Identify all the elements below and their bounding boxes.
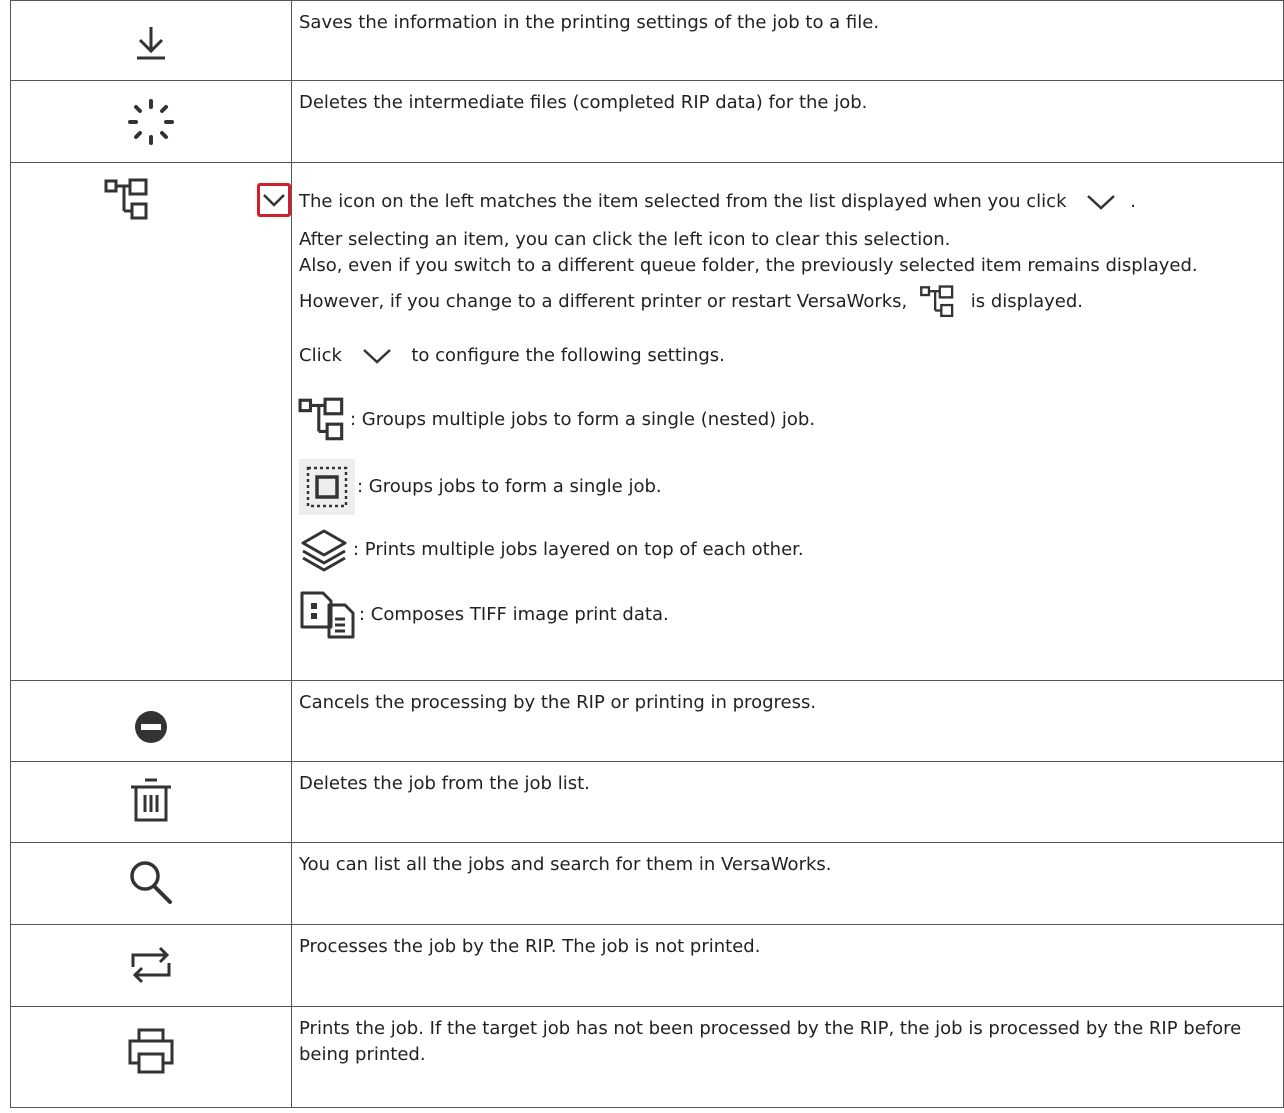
description-cell: Saves the information in the printing se…	[291, 0, 1284, 81]
search-icon	[130, 861, 172, 904]
layers-icon	[301, 529, 347, 572]
setting-text: : Prints multiple jobs layered on top of…	[353, 539, 804, 560]
description-cell: The icon on the left matches the item se…	[291, 162, 1284, 681]
paragraph: Also, even if you switch to a different …	[299, 255, 1198, 276]
table-row: Cancels the processing by the RIP or pri…	[10, 680, 1284, 762]
description-cell: Prints the job. If the target job has no…	[291, 1006, 1284, 1108]
text: is displayed.	[970, 291, 1083, 312]
repeat-icon	[131, 946, 171, 984]
description-cell: Cancels the processing by the RIP or pri…	[291, 680, 1284, 762]
setting-text: : Groups multiple jobs to form a single …	[350, 409, 816, 430]
table-row: Deletes the job from the job list.	[10, 761, 1284, 843]
setting-item: : Groups jobs to form a single job.	[299, 459, 1283, 515]
setting-item: : Groups multiple jobs to form a single …	[298, 397, 1283, 443]
table-row: Saves the information in the printing se…	[10, 0, 1284, 81]
setting-text: : Groups jobs to form a single job.	[357, 476, 662, 497]
text: .	[1130, 191, 1136, 212]
chevron-down-icon	[263, 194, 285, 207]
description-cell: Processes the job by the RIP. The job is…	[291, 924, 1284, 1007]
icon-cell	[10, 842, 292, 925]
compose-icon	[300, 591, 355, 639]
group-icon	[299, 459, 355, 515]
nest-icon[interactable]	[104, 178, 154, 222]
icon-cell	[10, 0, 292, 81]
setting-text: : Composes TIFF image print data.	[359, 604, 669, 625]
table-row: You can list all the jobs and search for…	[10, 842, 1284, 925]
paragraph: The icon on the left matches the item se…	[299, 189, 1283, 215]
icon-cell	[10, 80, 292, 163]
table-row: Processes the job by the RIP. The job is…	[10, 924, 1284, 1007]
trash-icon	[131, 778, 171, 822]
description-cell: You can list all the jobs and search for…	[291, 842, 1284, 925]
paragraph: After selecting an item, you can click t…	[299, 229, 951, 250]
printer-icon	[128, 1028, 174, 1074]
setting-item: : Composes TIFF image print data.	[299, 589, 1283, 641]
icon-cell	[10, 761, 292, 843]
text: However, if you change to a different pr…	[299, 291, 908, 312]
dropdown-button[interactable]	[257, 183, 291, 217]
spinner-icon	[128, 99, 174, 145]
icon-cell	[10, 924, 292, 1007]
nest-icon	[920, 285, 954, 318]
text: Click	[299, 345, 342, 366]
icon-cell	[10, 162, 292, 681]
setting-item: : Prints multiple jobs layered on top of…	[299, 525, 1283, 575]
paragraph: However, if you change to a different pr…	[299, 285, 1283, 319]
download-icon	[137, 27, 165, 60]
icon-cell	[10, 680, 292, 762]
nest-icon	[298, 397, 344, 441]
chevron-down-icon	[362, 349, 391, 364]
description-cell: Deletes the job from the job list.	[291, 761, 1284, 843]
table-row: The icon on the left matches the item se…	[10, 162, 1284, 681]
table-row: Prints the job. If the target job has no…	[10, 1006, 1284, 1108]
paragraph: Click to configure the following setting…	[299, 343, 1283, 369]
cancel-icon	[135, 711, 167, 743]
icon-cell	[10, 1006, 292, 1108]
icon-description-table: Saves the information in the printing se…	[10, 0, 1284, 1108]
text: to configure the following settings.	[411, 345, 725, 366]
table-row: Deletes the intermediate files (complete…	[10, 80, 1284, 163]
chevron-down-icon	[1087, 195, 1116, 210]
description-cell: Deletes the intermediate files (complete…	[291, 80, 1284, 163]
text: The icon on the left matches the item se…	[299, 191, 1067, 212]
